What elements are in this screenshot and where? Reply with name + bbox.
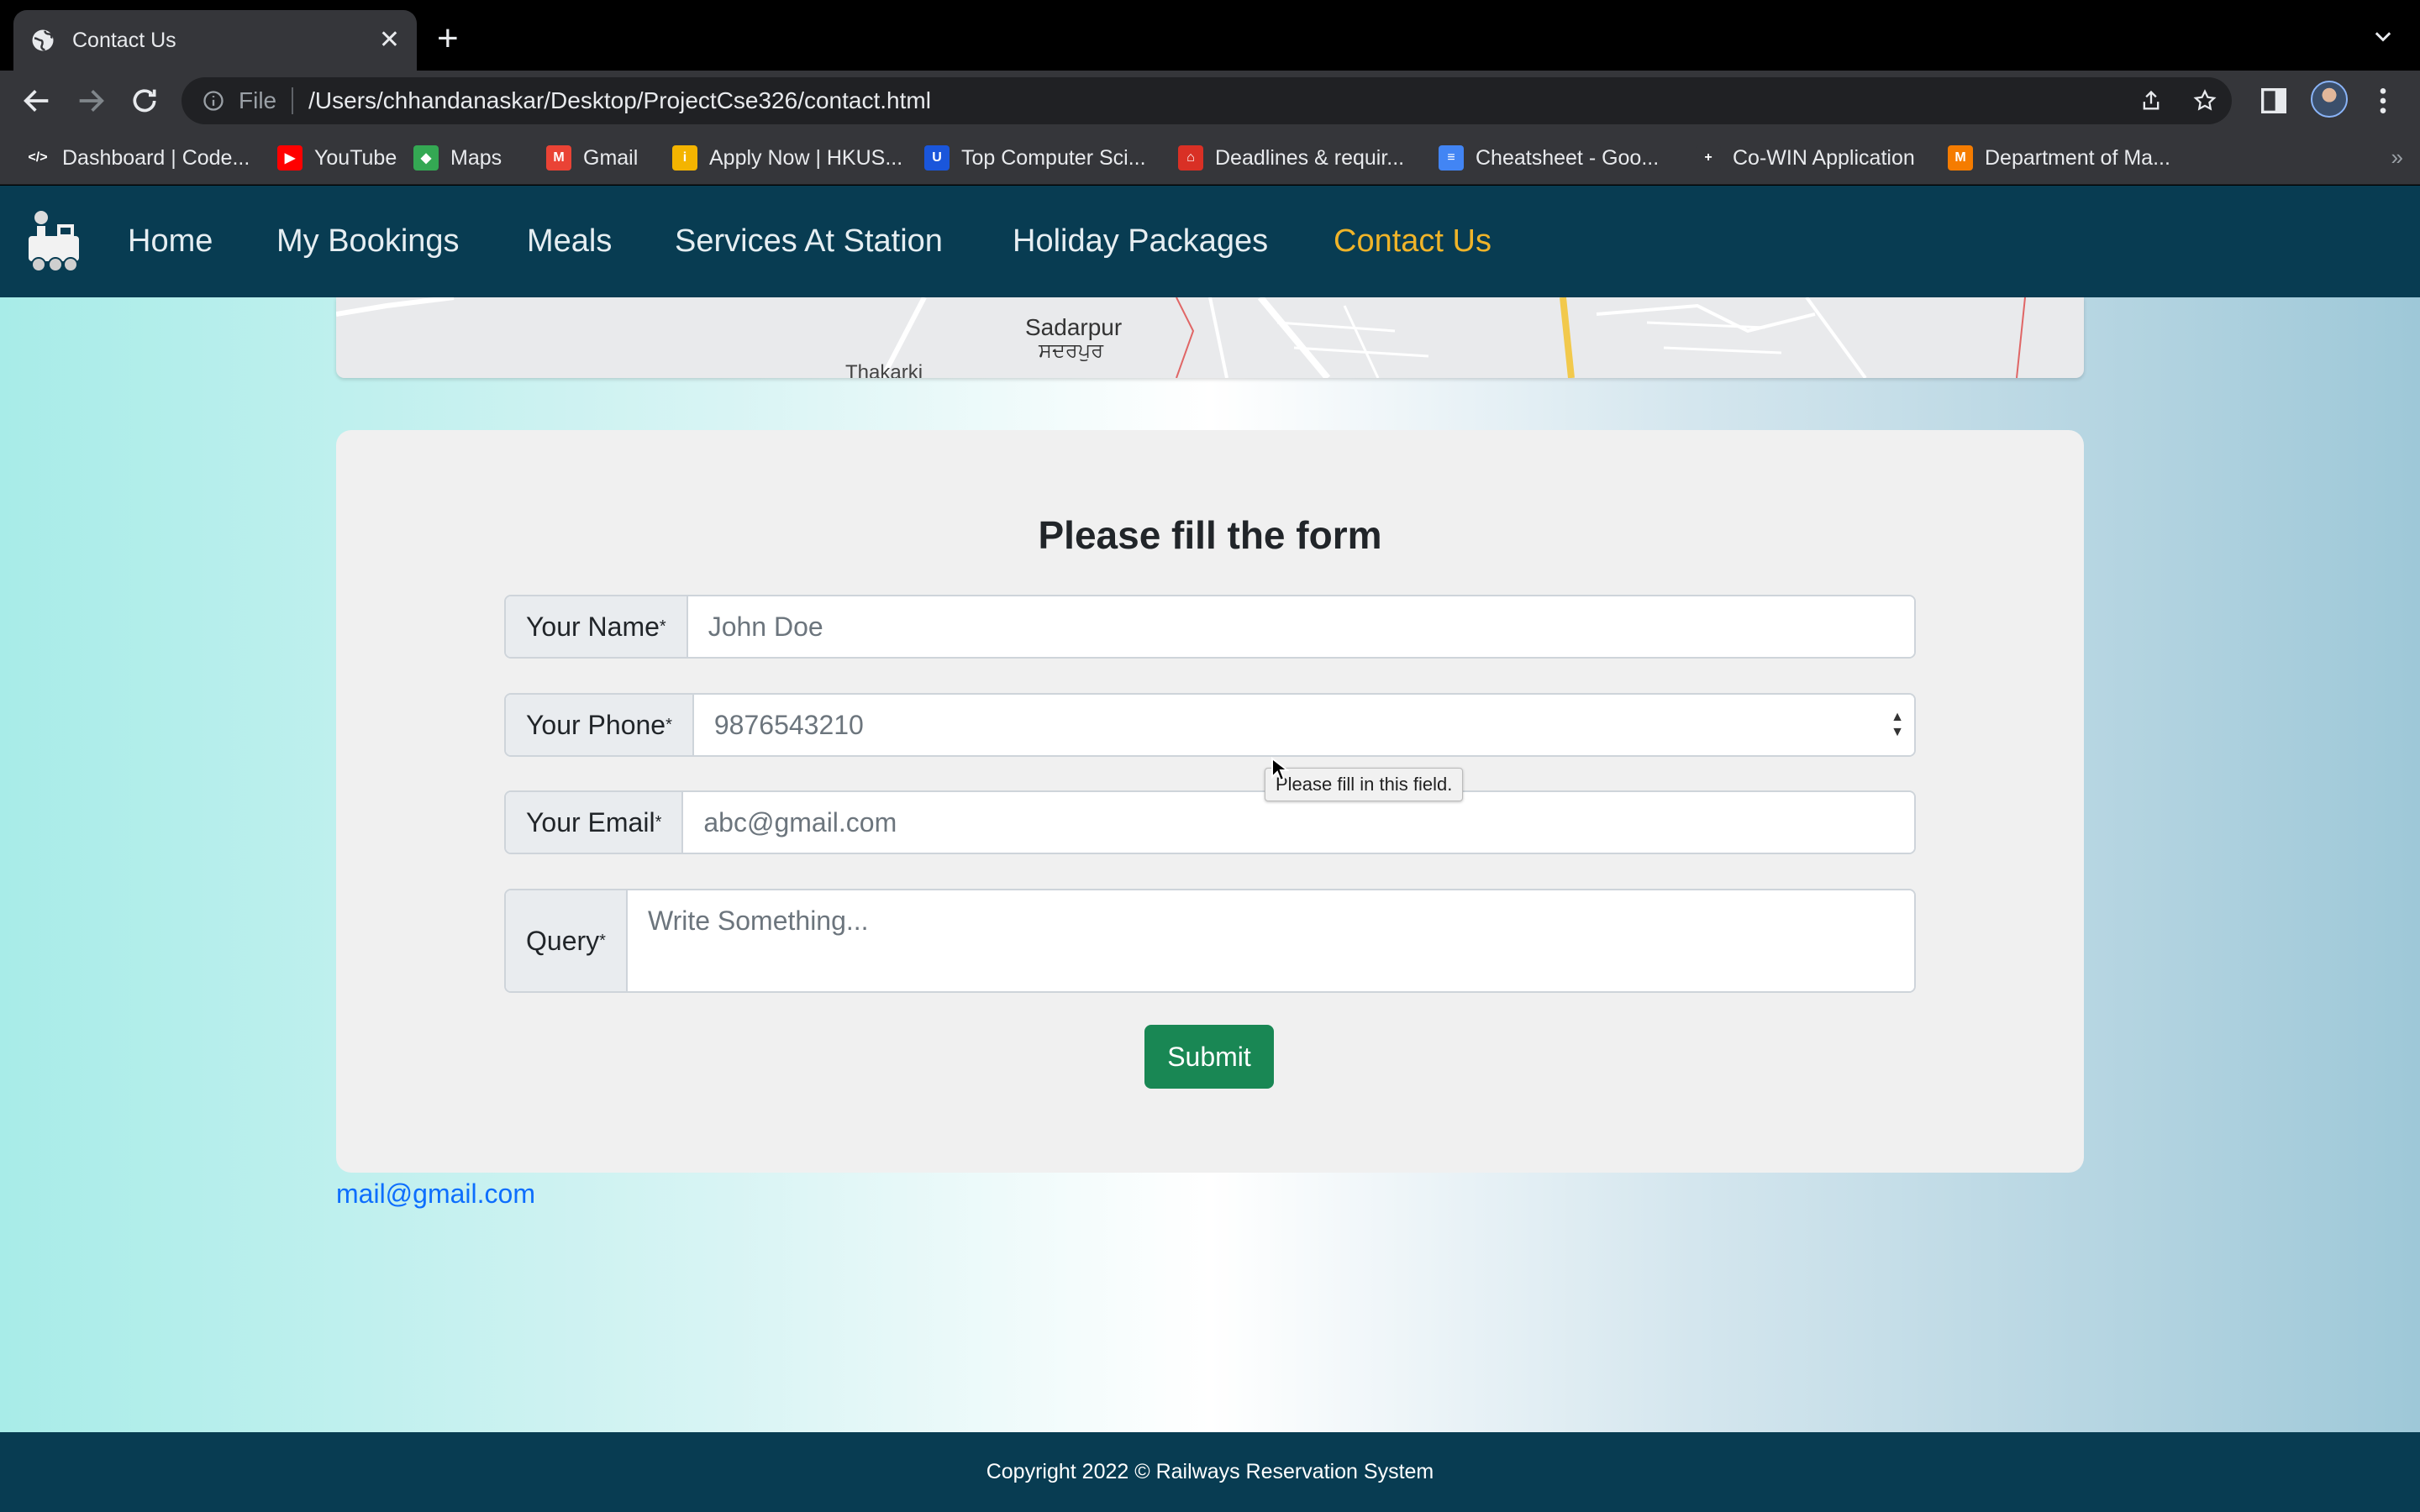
mouse-cursor-icon bbox=[1271, 757, 1289, 782]
new-tab-icon[interactable]: + bbox=[437, 20, 459, 57]
youtube-icon: ▶ bbox=[277, 145, 302, 171]
name-label: Your Name * bbox=[506, 596, 688, 657]
bookmarks-overflow-icon[interactable]: » bbox=[2391, 144, 2403, 171]
omnibox-divider bbox=[292, 87, 294, 114]
browser-tab[interactable]: Contact Us ✕ bbox=[13, 10, 417, 71]
address-bar[interactable]: File /Users/chhandanaskar/Desktop/Projec… bbox=[182, 77, 2232, 124]
more-menu-icon[interactable] bbox=[2366, 84, 2400, 118]
map-label-sadarpur: Sadarpur bbox=[1025, 314, 1123, 340]
submit-button[interactable]: Submit bbox=[1144, 1025, 1274, 1089]
train-logo-icon[interactable] bbox=[24, 206, 87, 276]
contact-email-link[interactable]: mail@gmail.com bbox=[336, 1179, 535, 1210]
forward-arrow-icon[interactable] bbox=[74, 84, 108, 118]
bookmark-item[interactable]: i Apply Now | HKUS... bbox=[672, 131, 902, 185]
chevron-down-icon[interactable] bbox=[2371, 25, 2395, 49]
embedded-map[interactable]: Sadarpur ਸਦਰਪੁਰ Thakarki bbox=[336, 297, 2084, 378]
code-icon: </> bbox=[25, 145, 50, 171]
iit-icon: M bbox=[1948, 145, 1973, 171]
spin-down-icon[interactable]: ▼ bbox=[1891, 725, 1904, 740]
bookmark-item[interactable]: ▶ YouTube bbox=[277, 131, 397, 185]
nav-home[interactable]: Home bbox=[128, 186, 213, 297]
phone-input-group: Your Phone* ▲▼ bbox=[504, 693, 1916, 757]
map-label-thakarki: Thakarki bbox=[845, 361, 923, 378]
spin-up-icon[interactable]: ▲ bbox=[1891, 710, 1904, 725]
bookmark-label: Maps bbox=[450, 145, 502, 170]
cowin-icon: + bbox=[1696, 145, 1721, 171]
number-spinner[interactable]: ▲ ▼ bbox=[1881, 695, 1914, 755]
browser-toolbar: File /Users/chhandanaskar/Desktop/Projec… bbox=[0, 71, 2420, 131]
phone-label: Your Phone * bbox=[506, 695, 694, 755]
bookmark-item[interactable]: + Co-WIN Application bbox=[1696, 131, 1915, 185]
nav-holiday-packages[interactable]: Holiday Packages bbox=[1013, 186, 1268, 297]
usn-icon: U bbox=[924, 145, 950, 171]
back-arrow-icon[interactable] bbox=[20, 84, 54, 118]
site-navbar: Home My Bookings Meals Services At Stati… bbox=[0, 186, 2420, 297]
required-mark: * bbox=[655, 812, 662, 832]
reload-icon[interactable] bbox=[128, 84, 161, 118]
bookmark-label: Department of Ma... bbox=[1985, 145, 2170, 170]
name-label-text: Your Name bbox=[526, 611, 660, 642]
bookmark-item[interactable]: M Gmail bbox=[546, 131, 638, 185]
required-mark: * bbox=[599, 931, 606, 950]
bookmark-star-icon[interactable] bbox=[2188, 77, 2222, 124]
close-tab-icon[interactable]: ✕ bbox=[379, 28, 400, 53]
site-footer: Copyright 2022 © Railways Reservation Sy… bbox=[0, 1432, 2420, 1512]
maps-icon: ◆ bbox=[413, 145, 439, 171]
nav-contact-us[interactable]: Contact Us bbox=[1334, 186, 1491, 297]
query-textarea[interactable] bbox=[627, 890, 1914, 991]
required-mark: * bbox=[659, 617, 666, 636]
side-panel-icon[interactable] bbox=[2257, 84, 2291, 118]
globe-icon bbox=[32, 29, 54, 51]
bookmark-item[interactable]: ◆ Maps bbox=[413, 131, 502, 185]
email-label: Your Email * bbox=[506, 792, 684, 853]
bookmark-item[interactable]: ≡ Cheatsheet - Goo... bbox=[1439, 131, 1659, 185]
bookmark-label: Deadlines & requir... bbox=[1215, 145, 1405, 170]
browser-tabstrip: Contact Us ✕ + bbox=[0, 0, 2420, 71]
docs-icon: ≡ bbox=[1439, 145, 1464, 171]
bookmark-item[interactable]: U Top Computer Sci... bbox=[924, 131, 1146, 185]
validation-tooltip: Please fill in this field. bbox=[1265, 768, 1464, 801]
query-input-group: Query * bbox=[504, 889, 1916, 993]
url-text[interactable]: /Users/chhandanaskar/Desktop/ProjectCse3… bbox=[308, 87, 931, 114]
bookmark-label: Dashboard | Code... bbox=[62, 145, 250, 170]
bookmark-label: YouTube bbox=[314, 145, 397, 170]
email-input-group: Your Email * bbox=[504, 790, 1916, 854]
university-icon: ⌂ bbox=[1178, 145, 1203, 171]
bookmarks-bar: </> Dashboard | Code... ▶ YouTube ◆ Maps M Gmai… bbox=[0, 131, 2420, 185]
web-page: Home My Bookings Meals Services At Stati… bbox=[0, 186, 2420, 1512]
query-label-text: Query bbox=[526, 925, 600, 956]
map-label-sadarpur-local: ਸਦਰਪੁਰ bbox=[1039, 339, 1104, 362]
contact-form-card: Please fill the form Your Name* Your Pho… bbox=[336, 430, 2084, 1173]
nav-my-bookings[interactable]: My Bookings bbox=[276, 186, 460, 297]
name-input-group: Your Name * bbox=[504, 595, 1916, 659]
name-input[interactable] bbox=[687, 596, 1914, 657]
info-icon[interactable] bbox=[202, 89, 225, 113]
bookmark-item[interactable]: M Department of Ma... bbox=[1948, 131, 2170, 185]
bookmark-item[interactable]: ⌂ Deadlines & requir... bbox=[1178, 131, 1404, 185]
share-icon[interactable] bbox=[2134, 77, 2168, 124]
profile-avatar[interactable] bbox=[2311, 81, 2348, 118]
bookmark-label: Apply Now | HKUS... bbox=[709, 145, 903, 170]
query-label: Query * bbox=[506, 890, 628, 991]
bookmark-label: Cheatsheet - Goo... bbox=[1476, 145, 1660, 170]
required-mark: * bbox=[666, 715, 672, 734]
bookmark-label: Gmail bbox=[583, 145, 639, 170]
gmail-icon: M bbox=[546, 145, 571, 171]
info-icon: i bbox=[672, 145, 697, 171]
nav-meals[interactable]: Meals bbox=[527, 186, 612, 297]
form-title: Please fill the form bbox=[1038, 513, 1382, 557]
email-label-text: Your Email bbox=[526, 806, 655, 837]
phone-label-text: Your Phone bbox=[526, 709, 666, 740]
bookmark-item[interactable]: </> Dashboard | Code... bbox=[25, 131, 250, 185]
url-scheme: File bbox=[239, 87, 277, 113]
phone-input[interactable] bbox=[693, 695, 1881, 755]
nav-services-at-station[interactable]: Services At Station bbox=[675, 186, 943, 297]
tab-title: Contact Us bbox=[72, 28, 176, 52]
bookmark-label: Co-WIN Application bbox=[1733, 145, 1915, 170]
map-roads bbox=[336, 297, 2026, 378]
bookmark-label: Top Computer Sci... bbox=[961, 145, 1146, 170]
